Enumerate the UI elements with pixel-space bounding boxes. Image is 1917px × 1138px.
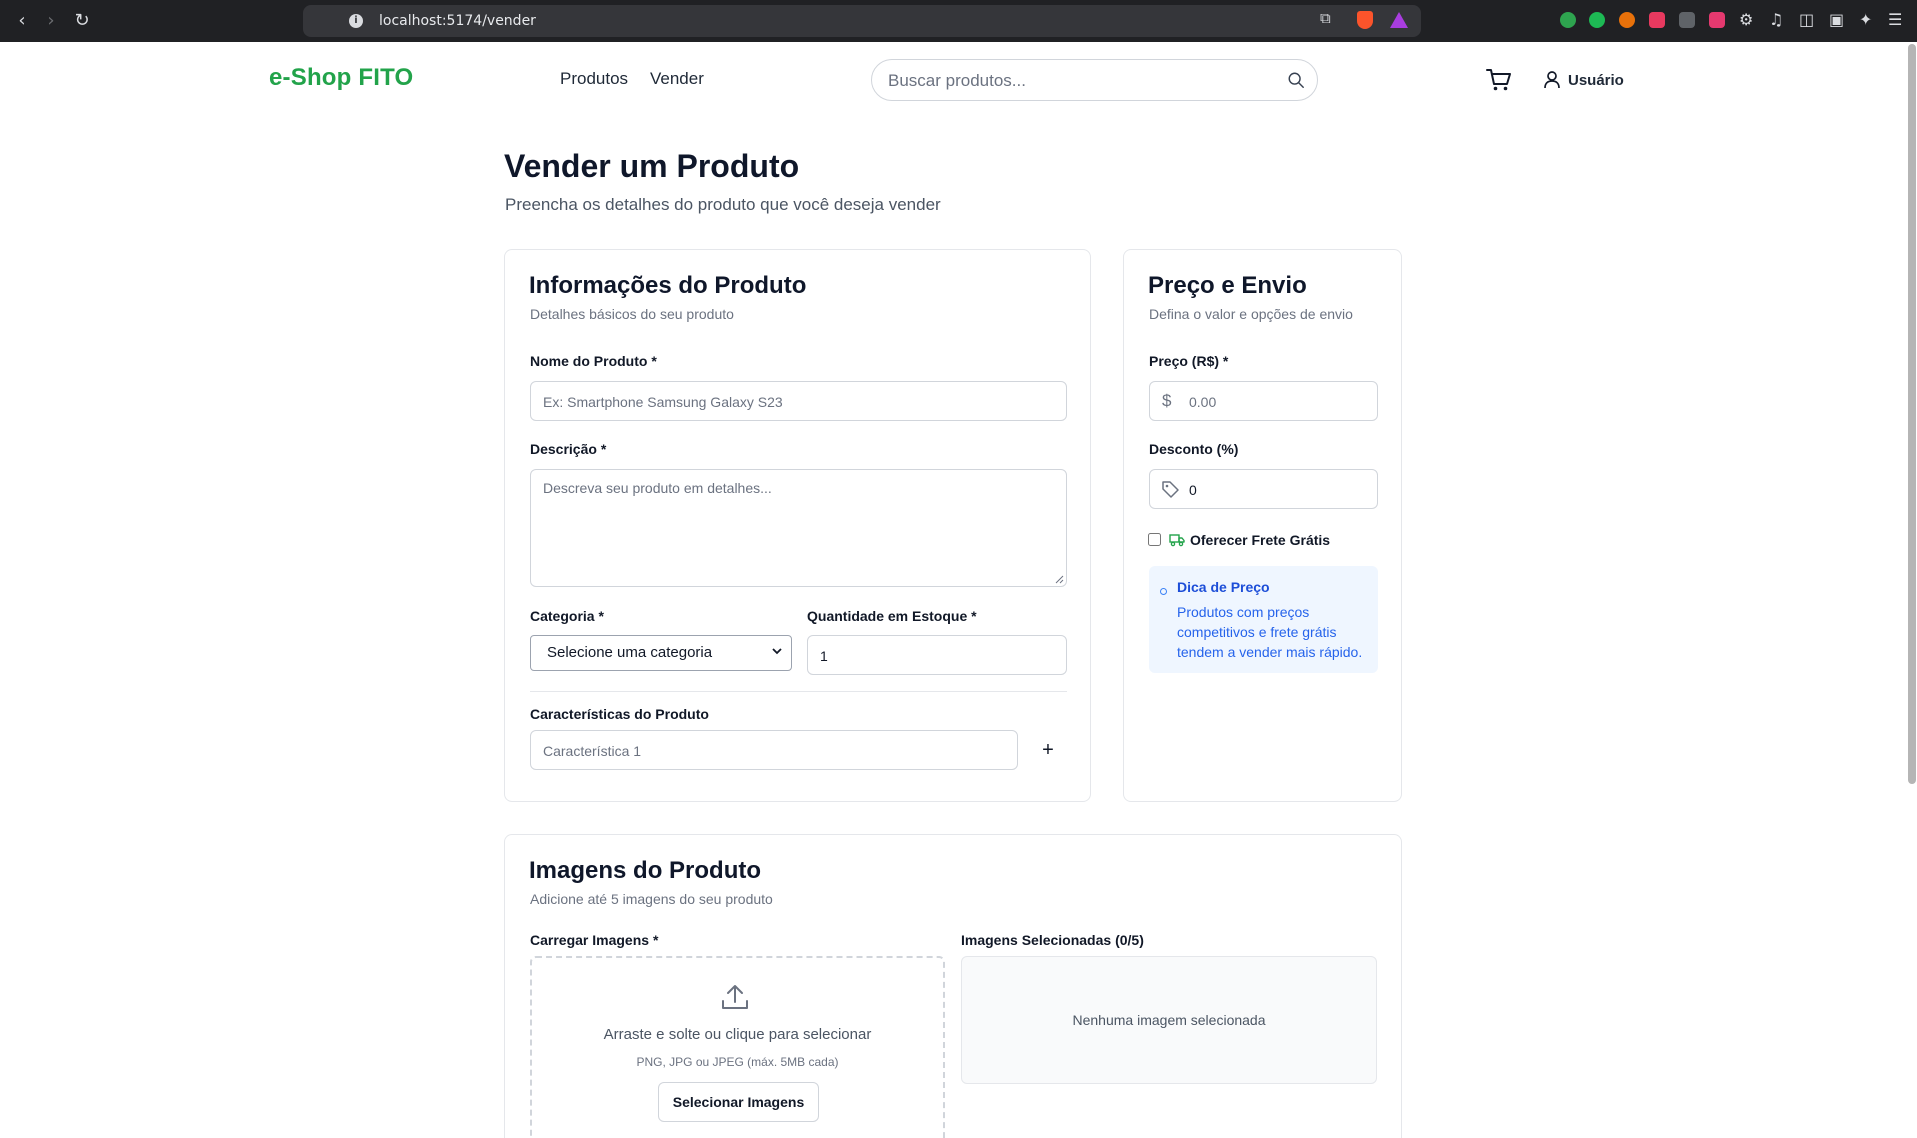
stock-input[interactable] [820, 647, 1050, 665]
chevron-down-icon [772, 648, 782, 655]
divider [530, 691, 1067, 692]
stock-field [807, 635, 1067, 675]
browser-toolbar: ‹ › ↻ i localhost:5174/vender ⧉ ⚙ ♫ ◫ ▣ … [0, 0, 1917, 42]
user-label: Usuário [1568, 71, 1624, 89]
features-label: Características do Produto [530, 706, 709, 722]
category-selected-value: Selecione uma categoria [547, 644, 713, 661]
sparkle-icon[interactable]: ✦ [1859, 10, 1872, 29]
address-bar[interactable]: i localhost:5174/vender [303, 5, 1421, 37]
search-box [871, 59, 1318, 101]
product-name-input[interactable] [543, 393, 1053, 411]
reload-icon[interactable]: ↻ [70, 9, 94, 33]
price-input[interactable] [1189, 393, 1369, 411]
back-icon[interactable]: ‹ [10, 9, 34, 33]
pricing-card: Preço e Envio Defina o valor e opções de… [1123, 249, 1402, 802]
category-select[interactable]: Selecione uma categoria [530, 635, 792, 671]
upload-icon [722, 985, 748, 1009]
resize-handle-icon[interactable] [1055, 575, 1064, 584]
info-icon [1160, 588, 1167, 595]
cart-icon[interactable] [1486, 68, 1512, 92]
wallet-icon[interactable]: ▣ [1829, 10, 1844, 29]
selected-images-area: Nenhuma imagem selecionada [961, 956, 1377, 1084]
description-field [530, 469, 1067, 587]
brave-shields-icon[interactable] [1357, 11, 1373, 29]
sidebar-icon[interactable]: ◫ [1799, 10, 1814, 29]
share-icon[interactable]: ⧉ [1320, 9, 1331, 27]
selected-images-label: Imagens Selecionadas (0/5) [961, 932, 1144, 948]
description-textarea[interactable] [543, 480, 1053, 576]
price-field: $ [1149, 381, 1378, 421]
url-text[interactable]: localhost:5174/vender [379, 13, 536, 29]
nav-vender[interactable]: Vender [650, 69, 704, 89]
images-card: Imagens do Produto Adicione até 5 imagen… [504, 834, 1402, 1138]
no-images-text: Nenhuma imagem selecionada [1072, 1012, 1266, 1028]
extension-icon[interactable] [1709, 12, 1725, 28]
images-subtitle: Adicione até 5 imagens do seu produto [530, 891, 773, 907]
free-shipping-label[interactable]: Oferecer Frete Grátis [1190, 532, 1330, 548]
extension-icon[interactable] [1560, 12, 1576, 28]
music-icon[interactable]: ♫ [1769, 10, 1783, 29]
site-info-icon[interactable]: i [349, 14, 363, 28]
page-title: Vender um Produto [504, 148, 800, 184]
price-tip-text: Produtos com preços competitivos e frete… [1177, 604, 1363, 660]
dollar-icon: $ [1162, 391, 1172, 410]
user-icon [1544, 71, 1560, 89]
extension-icon[interactable] [1679, 12, 1695, 28]
scrollbar-thumb[interactable] [1908, 44, 1916, 784]
search-input[interactable] [888, 69, 1268, 93]
free-shipping-checkbox[interactable] [1148, 533, 1161, 546]
product-info-card: Informações do Produto Detalhes básicos … [504, 249, 1091, 802]
extension-icon[interactable] [1649, 12, 1665, 28]
dropzone-hint: PNG, JPG ou JPEG (máx. 5MB cada) [636, 1055, 839, 1069]
description-label: Descrição * [530, 441, 607, 457]
product-info-subtitle: Detalhes básicos do seu produto [530, 306, 734, 322]
price-label: Preço (R$) * [1149, 353, 1229, 369]
product-info-title: Informações do Produto [529, 272, 807, 299]
discount-field [1149, 469, 1378, 509]
upload-label: Carregar Imagens * [530, 932, 659, 948]
image-dropzone[interactable]: Arraste e solte ou clique para seleciona… [530, 956, 945, 1138]
stock-label: Quantidade em Estoque * [807, 608, 977, 624]
feature-field [530, 730, 1018, 770]
pricing-subtitle: Defina o valor e opções de envio [1149, 306, 1353, 322]
add-feature-button[interactable]: + [1029, 730, 1067, 770]
price-tip: Dica de Preço Produtos com preços compet… [1149, 566, 1378, 673]
discount-input[interactable] [1189, 481, 1369, 499]
puzzle-icon[interactable]: ⚙ [1739, 10, 1753, 29]
images-title: Imagens do Produto [529, 857, 762, 884]
product-name-label: Nome do Produto * [530, 353, 657, 369]
category-label: Categoria * [530, 608, 604, 624]
brave-rewards-icon[interactable] [1390, 12, 1408, 28]
dropzone-text: Arraste e solte ou clique para seleciona… [603, 1026, 872, 1043]
discount-label: Desconto (%) [1149, 441, 1239, 457]
tag-icon [1162, 481, 1179, 498]
price-tip-title: Dica de Preço [1177, 579, 1270, 595]
truck-icon [1169, 534, 1185, 547]
forward-icon[interactable]: › [39, 9, 63, 33]
feature-input[interactable] [543, 742, 1003, 760]
user-menu[interactable]: Usuário [1544, 69, 1624, 91]
menu-icon[interactable]: ☰ [1888, 10, 1902, 29]
site-logo[interactable]: e-Shop FITO [269, 64, 413, 92]
pricing-title: Preço e Envio [1148, 272, 1307, 299]
extension-icon[interactable] [1619, 12, 1635, 28]
site-header: e-Shop FITO Produtos Vender Usuário [0, 42, 1906, 118]
extension-icon[interactable] [1589, 12, 1605, 28]
select-images-button[interactable]: Selecionar Imagens [658, 1082, 819, 1122]
search-icon[interactable] [1287, 71, 1305, 89]
page-subtitle: Preencha os detalhes do produto que você… [505, 195, 941, 214]
product-name-field [530, 381, 1067, 421]
nav-produtos[interactable]: Produtos [560, 69, 628, 89]
